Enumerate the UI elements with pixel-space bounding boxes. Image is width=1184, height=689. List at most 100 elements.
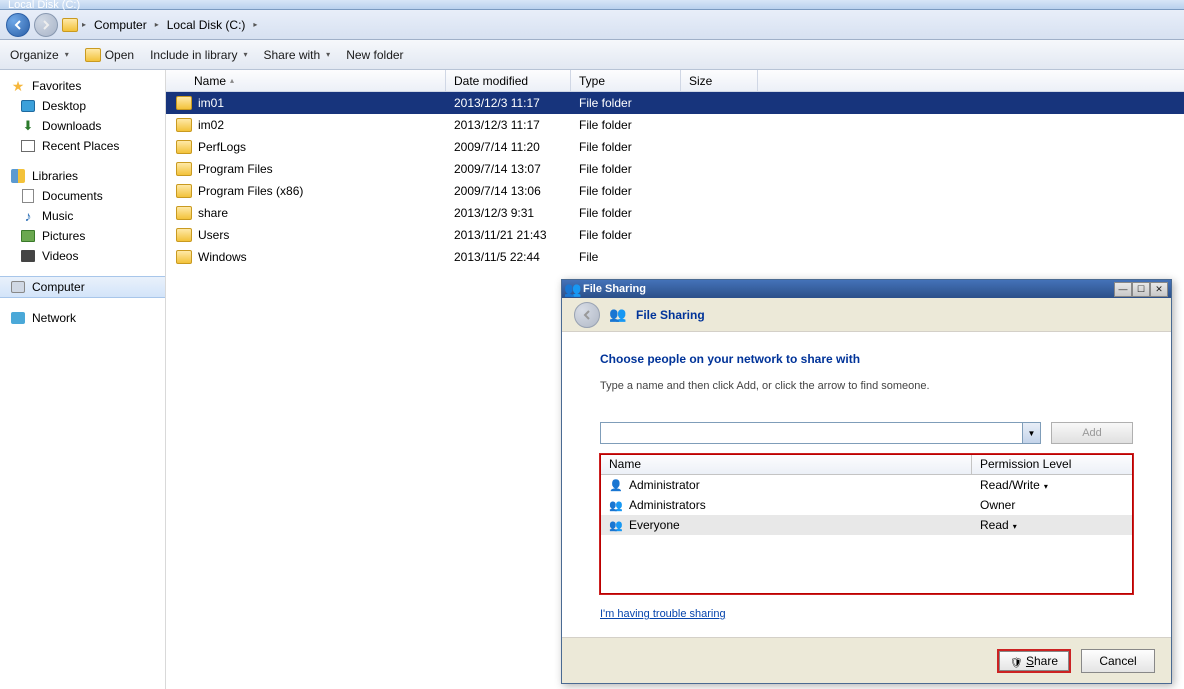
perm-level[interactable]: Read/Write — [972, 478, 1132, 492]
videos-label: Videos — [42, 249, 78, 263]
file-name: im01 — [198, 96, 224, 110]
file-row[interactable]: Users2013/11/21 21:43File folder — [166, 224, 1184, 246]
network-label: Network — [32, 311, 76, 325]
people-dropdown-button[interactable]: ▼ — [1022, 423, 1040, 443]
file-row[interactable]: PerfLogs2009/7/14 11:20File folder — [166, 136, 1184, 158]
column-name[interactable]: Name▴ — [166, 70, 446, 91]
sidebar-item-music[interactable]: Music — [0, 206, 165, 226]
dialog-header: 👥 File Sharing — [562, 298, 1171, 332]
libraries-icon — [11, 169, 25, 183]
perm-name: Everyone — [629, 518, 680, 532]
dialog-header-text: File Sharing — [636, 308, 705, 322]
file-name: Program Files (x86) — [198, 184, 303, 198]
file-row[interactable]: im022013/12/3 11:17File folder — [166, 114, 1184, 136]
file-row[interactable]: Windows2013/11/5 22:44File — [166, 246, 1184, 268]
cancel-button[interactable]: Cancel — [1081, 649, 1155, 673]
file-type: File folder — [571, 118, 681, 132]
breadcrumb-sep: ▸ — [253, 20, 257, 29]
nav-back-button[interactable] — [6, 13, 30, 37]
permission-row[interactable]: Administrator Read/Write — [601, 475, 1132, 495]
include-library-menu[interactable]: Include in library — [150, 48, 247, 62]
music-label: Music — [42, 209, 73, 223]
perm-level[interactable]: Read — [972, 518, 1132, 532]
permissions-table: Name Permission Level Administrator Read/… — [600, 454, 1133, 594]
people-combobox[interactable]: ▼ — [600, 422, 1041, 444]
file-date: 2013/11/5 22:44 — [446, 250, 571, 264]
perm-name: Administrator — [629, 478, 700, 492]
perm-column-level[interactable]: Permission Level — [972, 455, 1132, 474]
window-titlebar: Local Disk (C:) — [0, 0, 1184, 10]
nav-forward-button[interactable] — [34, 13, 58, 37]
folder-icon — [176, 184, 192, 198]
user-icon — [609, 518, 623, 532]
add-button[interactable]: Add — [1051, 422, 1133, 444]
folder-icon — [176, 162, 192, 176]
people-input[interactable] — [601, 427, 1022, 439]
folder-icon — [176, 96, 192, 110]
pictures-label: Pictures — [42, 229, 85, 243]
recent-icon — [21, 140, 35, 152]
downloads-label: Downloads — [42, 119, 101, 133]
organize-menu[interactable]: Organize — [10, 48, 69, 62]
sidebar-network[interactable]: Network — [0, 308, 165, 328]
breadcrumb-sep: ▸ — [82, 20, 86, 29]
navigation-pane: ★Favorites Desktop Downloads Recent Plac… — [0, 70, 166, 689]
dialog-maximize-button[interactable]: ☐ — [1132, 282, 1150, 297]
share-label: Share — [1026, 654, 1058, 668]
permission-row[interactable]: Everyone Read — [601, 515, 1132, 535]
trouble-sharing-link[interactable]: I'm having trouble sharing — [600, 608, 726, 620]
file-date: 2009/7/14 13:06 — [446, 184, 571, 198]
sidebar-item-desktop[interactable]: Desktop — [0, 96, 165, 116]
perm-column-name[interactable]: Name — [601, 455, 972, 474]
column-type[interactable]: Type — [571, 70, 681, 91]
file-row[interactable]: im012013/12/3 11:17File folder — [166, 92, 1184, 114]
downloads-icon — [20, 118, 36, 134]
dialog-minimize-button[interactable]: — — [1114, 282, 1132, 297]
dialog-titlebar[interactable]: 👥 File Sharing — ☐ ✕ — [562, 280, 1171, 298]
command-toolbar: Organize Open Include in library Share w… — [0, 40, 1184, 70]
dialog-close-button[interactable]: ✕ — [1150, 282, 1168, 297]
file-type: File folder — [571, 184, 681, 198]
dialog-back-button[interactable] — [574, 302, 600, 328]
sidebar-libraries[interactable]: Libraries — [0, 166, 165, 186]
sidebar-computer[interactable]: Computer — [0, 276, 165, 298]
file-sharing-dialog: 👥 File Sharing — ☐ ✕ 👥 File Sharing Choo… — [561, 279, 1172, 684]
new-folder-button[interactable]: New folder — [346, 48, 403, 62]
folder-icon — [176, 118, 192, 132]
sidebar-item-documents[interactable]: Documents — [0, 186, 165, 206]
perm-level[interactable]: Owner — [972, 498, 1132, 512]
documents-icon — [22, 189, 34, 203]
breadcrumb[interactable]: ▸ Computer ▸ Local Disk (C:) ▸ — [62, 16, 257, 34]
column-date[interactable]: Date modified — [446, 70, 571, 91]
share-button[interactable]: Share — [997, 649, 1071, 673]
sidebar-item-videos[interactable]: Videos — [0, 246, 165, 266]
open-icon — [85, 48, 101, 62]
column-size[interactable]: Size — [681, 70, 758, 91]
file-row[interactable]: share2013/12/3 9:31File folder — [166, 202, 1184, 224]
file-name: im02 — [198, 118, 224, 132]
breadcrumb-localdisk[interactable]: Local Disk (C:) — [163, 16, 250, 34]
desktop-label: Desktop — [42, 99, 86, 113]
file-row[interactable]: Program Files (x86) 2009/7/14 13:06File f… — [166, 180, 1184, 202]
folder-icon — [176, 228, 192, 242]
open-label: Open — [105, 48, 134, 62]
permission-row[interactable]: AdministratorsOwner — [601, 495, 1132, 515]
breadcrumb-computer[interactable]: Computer — [90, 16, 151, 34]
computer-label: Computer — [32, 280, 85, 294]
sidebar-item-downloads[interactable]: Downloads — [0, 116, 165, 136]
file-date: 2009/7/14 11:20 — [446, 140, 571, 154]
sidebar-favorites[interactable]: ★Favorites — [0, 76, 165, 96]
dialog-title-icon: 👥 — [565, 281, 581, 297]
file-type: File — [571, 250, 681, 264]
open-button[interactable]: Open — [85, 48, 134, 62]
dialog-title: File Sharing — [581, 283, 1114, 295]
favorites-label: Favorites — [32, 79, 81, 93]
file-name: share — [198, 206, 228, 220]
sidebar-item-recent[interactable]: Recent Places — [0, 136, 165, 156]
music-icon — [20, 208, 36, 224]
documents-label: Documents — [42, 189, 103, 203]
file-row[interactable]: Program Files2009/7/14 13:07File folder — [166, 158, 1184, 180]
permissions-body: Administrator Read/Write AdministratorsOwn… — [601, 475, 1132, 593]
sidebar-item-pictures[interactable]: Pictures — [0, 226, 165, 246]
share-with-menu[interactable]: Share with — [263, 48, 330, 62]
